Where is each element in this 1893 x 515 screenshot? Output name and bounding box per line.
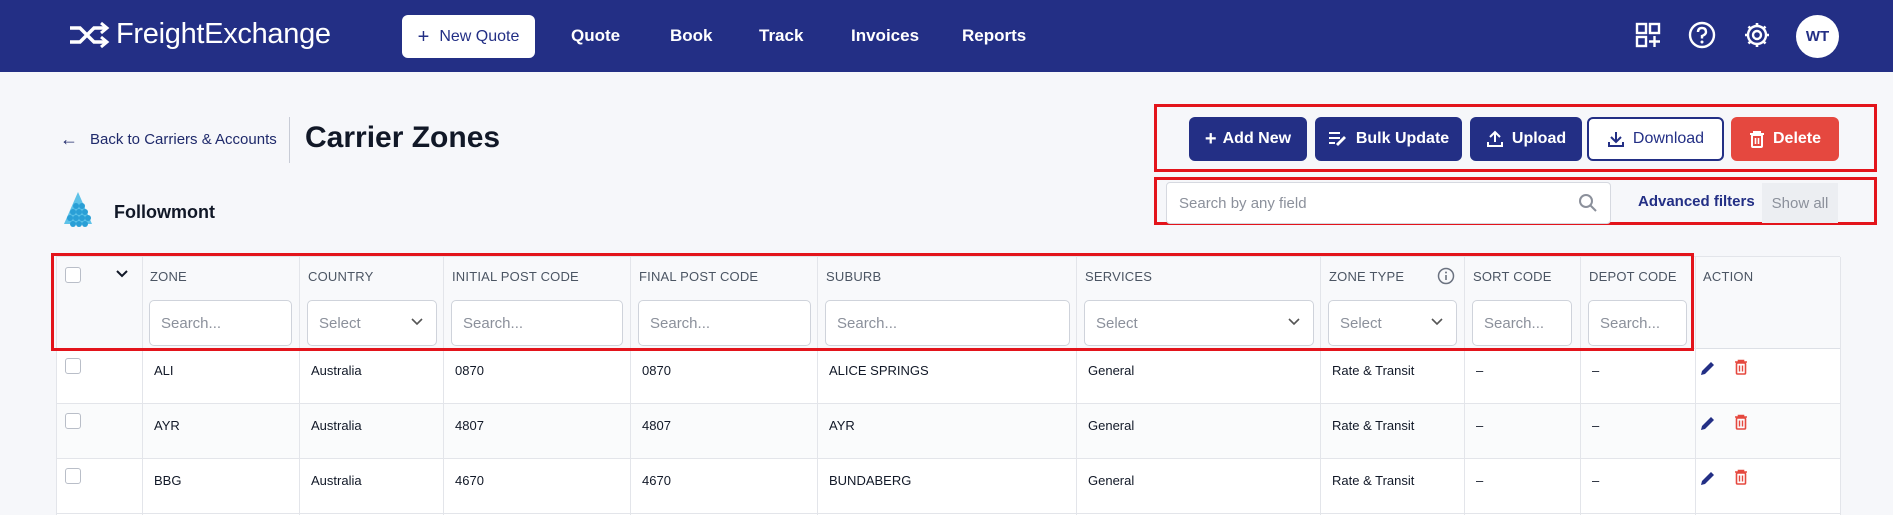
help-icon[interactable] xyxy=(1686,19,1718,51)
pencil-edit-icon[interactable] xyxy=(1699,359,1717,377)
show-all-button[interactable]: Show all xyxy=(1762,183,1838,223)
download-button[interactable]: Download xyxy=(1587,117,1724,161)
cell-initial-post-code: 4670 xyxy=(455,473,484,488)
shuffle-logo-icon xyxy=(70,21,110,48)
table-header-highlight-box xyxy=(51,253,1694,351)
nav-link-invoices[interactable]: Invoices xyxy=(851,26,919,46)
cell-sort-code: – xyxy=(1476,363,1484,378)
global-search-input[interactable]: Search by any field xyxy=(1166,182,1611,224)
apps-icon[interactable] xyxy=(1632,19,1664,51)
global-search-placeholder: Search by any field xyxy=(1179,194,1307,212)
cell-final-post-code: 0870 xyxy=(642,363,671,378)
user-avatar[interactable]: WT xyxy=(1796,15,1839,58)
trash-icon[interactable] xyxy=(1734,469,1748,485)
column-divider xyxy=(1695,257,1696,515)
cell-final-post-code: 4807 xyxy=(642,418,671,433)
cell-country: Australia xyxy=(311,473,362,488)
row-checkbox[interactable] xyxy=(65,413,81,429)
nav-link-track[interactable]: Track xyxy=(759,26,803,46)
arrow-left-icon: ← xyxy=(60,129,78,149)
table-row[interactable]: ALI Australia 0870 0870 ALICE SPRINGS Ge… xyxy=(57,349,1841,404)
header-divider xyxy=(289,117,290,163)
cell-depot-code: – xyxy=(1592,363,1600,378)
cell-zone-type: Rate & Transit xyxy=(1332,473,1415,488)
column-divider xyxy=(1840,257,1841,515)
bulk-edit-icon xyxy=(1328,132,1346,146)
brand-logo[interactable]: FreightExchange xyxy=(68,18,331,51)
pencil-edit-icon[interactable] xyxy=(1699,414,1717,432)
cell-sort-code: – xyxy=(1476,418,1484,433)
plus-icon: + xyxy=(417,25,430,48)
column-header-action: ACTION xyxy=(1703,269,1754,284)
cell-suburb: ALICE SPRINGS xyxy=(829,363,929,378)
trash-icon[interactable] xyxy=(1734,414,1748,430)
plus-icon: + xyxy=(1204,128,1217,150)
cell-sort-code: – xyxy=(1476,473,1484,488)
cell-depot-code: – xyxy=(1592,473,1600,488)
cell-services: General xyxy=(1088,363,1135,378)
row-checkbox[interactable] xyxy=(65,358,81,374)
cell-zone: ALI xyxy=(154,363,174,378)
cell-zone: AYR xyxy=(154,418,180,433)
carrier-logo-icon xyxy=(64,192,92,227)
back-link-label: Back to Carriers & Accounts xyxy=(90,131,277,148)
advanced-filters-link[interactable]: Advanced filters xyxy=(1638,193,1755,210)
download-icon xyxy=(1607,132,1624,147)
download-label: Download xyxy=(1632,130,1705,147)
bulk-update-button[interactable]: Bulk Update xyxy=(1315,117,1462,161)
add-new-button[interactable]: + Add New xyxy=(1189,117,1307,161)
cell-services: General xyxy=(1088,473,1135,488)
table-row[interactable]: AYR Australia 4807 4807 AYR General Rate… xyxy=(57,404,1841,459)
upload-button[interactable]: Upload xyxy=(1470,117,1582,161)
nav-link-quote[interactable]: Quote xyxy=(571,26,620,46)
cell-suburb: AYR xyxy=(829,418,855,433)
cell-country: Australia xyxy=(311,363,362,378)
bulk-update-label: Bulk Update xyxy=(1355,130,1450,147)
carrier-name: Followmont xyxy=(114,202,215,222)
cell-depot-code: – xyxy=(1592,418,1600,433)
back-to-carriers-link[interactable]: ← Back to Carriers & Accounts xyxy=(60,129,277,150)
add-new-label: Add New xyxy=(1222,130,1292,147)
nav-link-reports[interactable]: Reports xyxy=(962,26,1026,46)
table-row[interactable]: BBG Australia 4670 4670 BUNDABERG Genera… xyxy=(57,459,1841,514)
row-checkbox[interactable] xyxy=(65,468,81,484)
trash-icon[interactable] xyxy=(1734,359,1748,375)
search-icon[interactable] xyxy=(1578,193,1598,213)
cell-suburb: BUNDABERG xyxy=(829,473,912,488)
cell-zone-type: Rate & Transit xyxy=(1332,418,1415,433)
cell-final-post-code: 4670 xyxy=(642,473,671,488)
cell-country: Australia xyxy=(311,418,362,433)
cell-initial-post-code: 4807 xyxy=(455,418,484,433)
upload-icon xyxy=(1486,130,1503,147)
delete-button[interactable]: Delete xyxy=(1731,117,1839,161)
page-title: Carrier Zones xyxy=(305,121,501,154)
upload-label: Upload xyxy=(1511,130,1567,147)
pencil-edit-icon[interactable] xyxy=(1699,469,1717,487)
cell-zone: BBG xyxy=(154,473,182,488)
delete-label: Delete xyxy=(1772,130,1822,147)
nav-link-book[interactable]: Book xyxy=(670,26,713,46)
top-navbar: FreightExchange + New Quote Quote Book T… xyxy=(0,0,1893,72)
brand-name: FreightExchange xyxy=(116,18,331,50)
cell-initial-post-code: 0870 xyxy=(455,363,484,378)
cell-zone-type: Rate & Transit xyxy=(1332,363,1415,378)
gear-icon[interactable] xyxy=(1741,19,1773,51)
cell-services: General xyxy=(1088,418,1135,433)
new-quote-label: New Quote xyxy=(439,27,520,45)
trash-icon xyxy=(1749,131,1764,148)
new-quote-button[interactable]: + New Quote xyxy=(402,15,535,58)
